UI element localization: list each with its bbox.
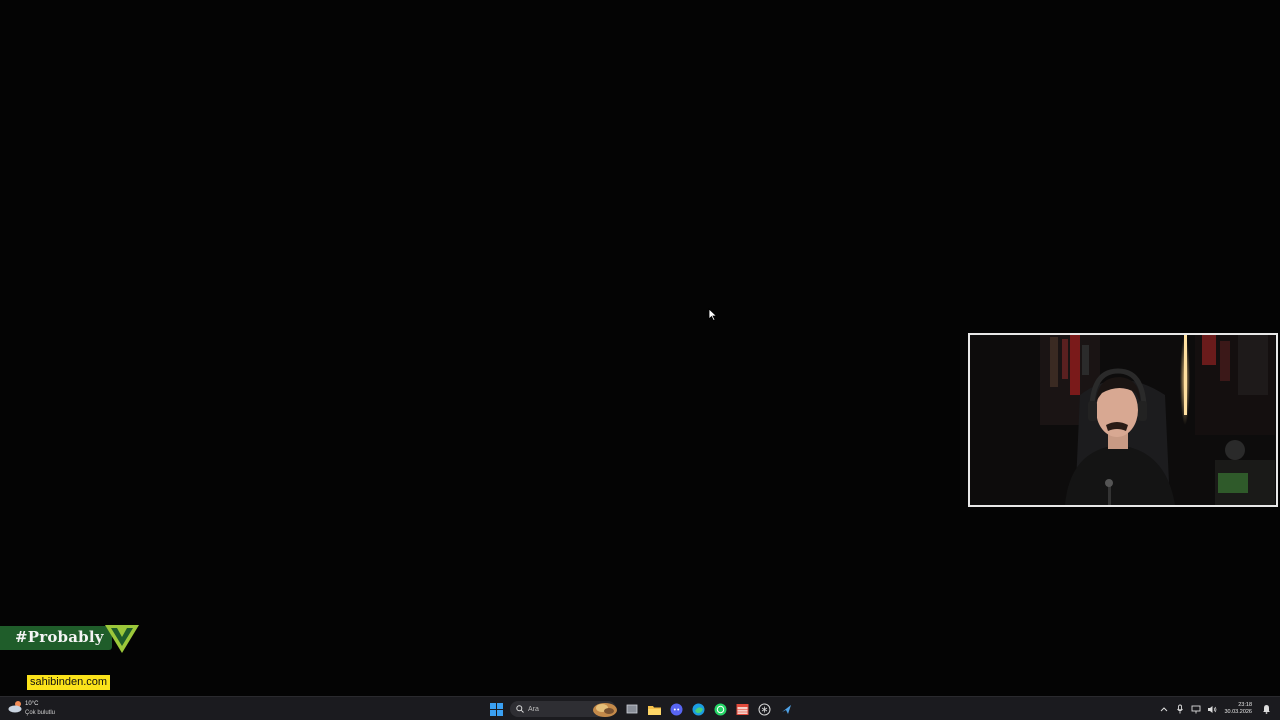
- cloud-icon: [8, 701, 22, 713]
- taskbar-apps: Ara: [488, 699, 800, 719]
- system-tray: 23:18 30.03.2026: [1154, 699, 1272, 719]
- webcam-overlay: [968, 333, 1278, 507]
- task-view-icon: [626, 704, 638, 714]
- speaker-icon: [1208, 705, 1217, 713]
- network-button[interactable]: [1190, 703, 1202, 715]
- probably-text: #Probably: [15, 628, 104, 646]
- whatsapp-button[interactable]: [712, 701, 728, 717]
- probably-logo-icon: [105, 625, 139, 653]
- search-placeholder: Ara: [528, 705, 539, 713]
- folder-icon: [647, 705, 661, 715]
- windows-start-icon: [489, 702, 503, 716]
- calendar-app-icon: [736, 703, 748, 715]
- chevron-up-icon: [1161, 707, 1168, 712]
- sponsor-label: sahibinden.com: [27, 675, 111, 690]
- whatsapp-icon: [714, 703, 726, 715]
- microphone-button[interactable]: [1174, 703, 1186, 715]
- network-icon: [1192, 705, 1201, 713]
- system-clock[interactable]: 23:18 30.03.2026: [1224, 702, 1252, 716]
- chatgpt-icon: [758, 703, 770, 715]
- microphone-icon: [1177, 704, 1184, 714]
- steam-icon: [781, 704, 791, 714]
- calendar-app-button[interactable]: [734, 701, 750, 717]
- probably-banner: #Probably: [0, 624, 140, 653]
- search-icon: [516, 705, 524, 713]
- steam-button[interactable]: [778, 701, 794, 717]
- streamer-camera-feed: [970, 335, 1276, 505]
- taskbar-search[interactable]: Ara: [510, 701, 617, 717]
- taskbar: 10°C Çok bulutlu Ara 23:18 30.03.2026: [0, 696, 1280, 720]
- clock-time: 23:18: [1238, 702, 1252, 708]
- chatgpt-button[interactable]: [756, 701, 772, 717]
- weather-condition: Çok bulutlu: [25, 710, 56, 716]
- edge-button[interactable]: [690, 701, 706, 717]
- volume-button[interactable]: [1206, 703, 1218, 715]
- discord-button[interactable]: [668, 701, 684, 717]
- task-view-button[interactable]: [624, 701, 640, 717]
- file-explorer-button[interactable]: [646, 701, 662, 717]
- edge-icon: [692, 703, 704, 715]
- weather-temperature: 10°C: [25, 701, 39, 707]
- mouse-cursor-icon: [708, 308, 718, 322]
- clock-date: 30.03.2026: [1224, 709, 1252, 715]
- start-button[interactable]: [488, 701, 504, 717]
- show-hidden-icons-button[interactable]: [1158, 703, 1170, 715]
- bell-icon: [1262, 705, 1270, 714]
- notifications-button[interactable]: [1260, 703, 1272, 715]
- discord-icon: [670, 703, 682, 715]
- search-highlight-icon: [593, 703, 617, 717]
